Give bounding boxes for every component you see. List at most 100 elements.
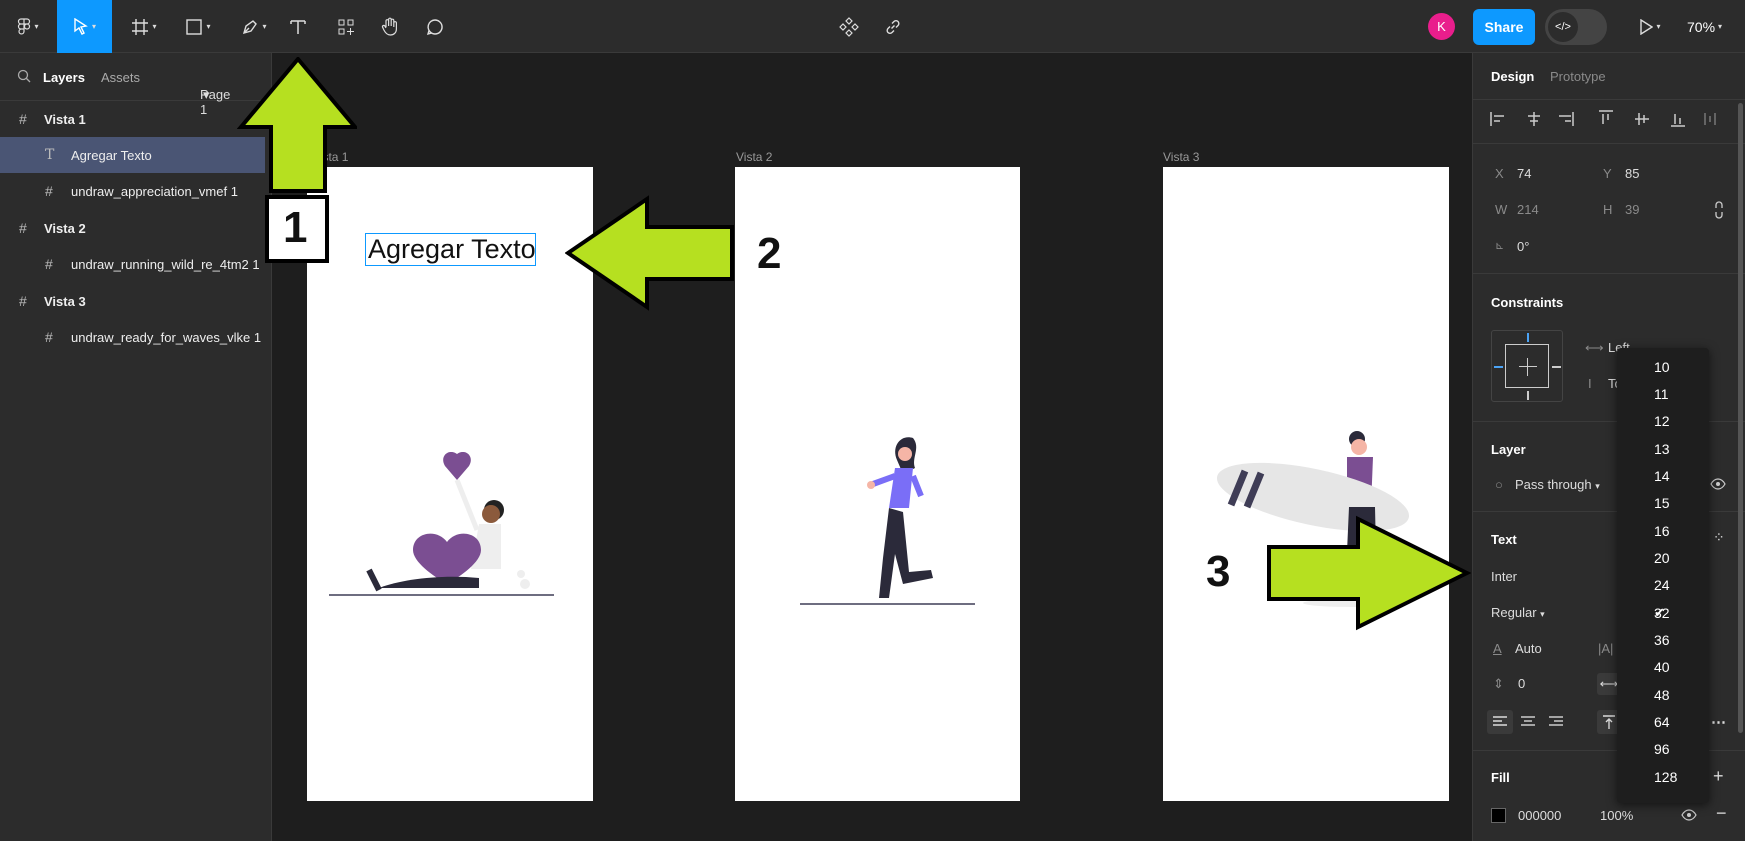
play-icon — [1640, 18, 1654, 35]
layer-undraw-running[interactable]: # undraw_running_wild_re_4tm2 1 — [0, 246, 265, 282]
fill-visibility-eye-icon[interactable] — [1681, 809, 1697, 821]
font-size-option[interactable]: 13 — [1617, 436, 1709, 463]
font-size-option[interactable]: 14 — [1617, 463, 1709, 490]
align-left-button[interactable] — [1487, 710, 1513, 734]
option-label: 15 — [1654, 495, 1670, 511]
figma-editor: ▾ ▾ ▾ ▾ ▾ K Share </> ▾ 70% ▾ Layers Ass… — [0, 0, 1745, 841]
text-styles-icon[interactable]: ⁘ — [1713, 529, 1725, 546]
line-height-input[interactable]: Auto — [1515, 641, 1542, 656]
frame-icon — [132, 18, 149, 35]
frame-vista-3[interactable] — [1163, 167, 1449, 801]
right-arrow-icon — [1267, 515, 1471, 631]
blend-mode-select[interactable]: Pass through ▾ — [1515, 477, 1600, 492]
move-tool-button[interactable]: ▾ — [57, 0, 112, 53]
rotation-input[interactable]: 0° — [1517, 239, 1529, 254]
comment-tool-button[interactable] — [422, 0, 448, 53]
y-input[interactable]: 85 — [1625, 166, 1639, 181]
h-label: H — [1603, 202, 1613, 217]
tab-design[interactable]: Design — [1491, 69, 1534, 84]
font-size-option[interactable]: 15 — [1617, 490, 1709, 517]
tab-prototype[interactable]: Prototype — [1550, 69, 1606, 84]
constraints-widget[interactable] — [1491, 330, 1563, 402]
create-component-button[interactable] — [836, 0, 862, 53]
frame-icon: # — [45, 183, 53, 199]
font-size-option[interactable]: 48 — [1617, 682, 1709, 709]
layer-agregar-texto[interactable]: T Agregar Texto — [0, 137, 265, 173]
font-size-option[interactable]: 64 — [1617, 709, 1709, 736]
text-tool-button[interactable] — [285, 0, 311, 53]
font-size-dropdown[interactable]: 10 11 12 13 14 15 16 20 24 ✔ 32 36 40 48 … — [1617, 348, 1709, 803]
alignment-toolbar[interactable] — [1489, 109, 1729, 129]
text-align-right-icon[interactable] — [1543, 710, 1569, 734]
hand-tool-button[interactable] — [377, 0, 403, 53]
w-input[interactable]: 214 — [1517, 202, 1539, 217]
main-menu-button[interactable]: ▾ — [8, 0, 48, 53]
copy-link-button[interactable] — [880, 0, 906, 53]
add-fill-icon[interactable]: + — [1713, 766, 1724, 787]
option-label: 36 — [1654, 632, 1670, 648]
canvas[interactable]: Vista 1 Vista 2 Vista 3 Agregar Texto 1 … — [237, 53, 1472, 841]
shape-tool-button[interactable]: ▾ — [178, 0, 218, 53]
layer-vista-3[interactable]: # Vista 3 — [0, 283, 265, 319]
font-size-option[interactable]: 11 — [1617, 381, 1709, 408]
user-avatar[interactable]: K — [1428, 13, 1455, 40]
font-size-option[interactable]: 36 — [1617, 627, 1709, 654]
option-label: 64 — [1654, 714, 1670, 730]
font-size-option[interactable]: 128 — [1617, 764, 1709, 791]
layer-undraw-ready-for-waves[interactable]: # undraw_ready_for_waves_vlke 1 — [0, 319, 265, 355]
layer-vista-1[interactable]: # Vista 1 — [0, 101, 265, 137]
x-input[interactable]: 74 — [1517, 166, 1531, 181]
font-size-option[interactable]: 10 — [1617, 354, 1709, 381]
option-label: 128 — [1654, 769, 1678, 785]
visibility-eye-icon[interactable] — [1710, 478, 1726, 490]
layer-vista-2[interactable]: # Vista 2 — [0, 210, 265, 246]
frame-label-vista-2[interactable]: Vista 2 — [736, 150, 772, 164]
search-icon[interactable] — [17, 69, 31, 83]
font-size-option-selected[interactable]: ✔ 32 — [1617, 600, 1709, 627]
font-size-option[interactable]: 24 — [1617, 572, 1709, 599]
constrain-proportions-icon[interactable] — [1713, 201, 1725, 219]
font-size-option[interactable]: 12 — [1617, 408, 1709, 435]
tab-assets[interactable]: Assets — [101, 70, 140, 85]
present-button[interactable]: ▾ — [1630, 0, 1670, 53]
frame-label-vista-3[interactable]: Vista 3 — [1163, 150, 1199, 164]
font-family-select[interactable]: Inter — [1491, 569, 1517, 584]
left-arrow-icon — [565, 195, 734, 311]
option-label: 40 — [1654, 659, 1670, 675]
font-size-option[interactable]: 40 — [1617, 654, 1709, 681]
dev-mode-toggle[interactable]: </> — [1545, 9, 1607, 45]
fill-color-swatch[interactable] — [1491, 808, 1506, 823]
share-button[interactable]: Share — [1473, 9, 1535, 45]
panel-scrollbar[interactable] — [1738, 103, 1743, 733]
y-label: Y — [1603, 166, 1612, 181]
fill-hex-input[interactable]: 000000 — [1518, 808, 1561, 823]
resources-button[interactable] — [333, 0, 359, 53]
left-panel-tabs: Layers Assets Page 1 ▾ — [0, 53, 271, 117]
constraint-left-marker — [1494, 366, 1503, 368]
font-size-option[interactable]: 20 — [1617, 545, 1709, 572]
option-label: 96 — [1654, 741, 1670, 757]
frame-vista-1[interactable]: Agregar Texto — [307, 167, 593, 801]
blend-drop-icon: ○ — [1495, 477, 1503, 492]
text-align-center-icon[interactable] — [1515, 710, 1541, 734]
text-layer-agregar-texto[interactable]: Agregar Texto — [365, 233, 536, 266]
zoom-menu[interactable]: 70% ▾ — [1687, 0, 1722, 53]
fill-opacity-input[interactable]: 100% — [1600, 808, 1633, 823]
text-align-left-icon — [1493, 716, 1507, 726]
font-size-option[interactable]: 96 — [1617, 736, 1709, 763]
h-input[interactable]: 39 — [1625, 202, 1639, 217]
font-weight-select[interactable]: Regular ▾ — [1491, 605, 1545, 620]
top-toolbar: ▾ ▾ ▾ ▾ ▾ K Share </> ▾ 70% ▾ — [0, 0, 1745, 53]
chevron-down-icon: ▾ — [1595, 481, 1600, 491]
font-size-option[interactable]: 16 — [1617, 518, 1709, 545]
more-options-icon[interactable]: ⋯ — [1711, 713, 1726, 731]
layer-undraw-appreciation[interactable]: # undraw_appreciation_vmef 1 — [0, 173, 265, 209]
pen-tool-button[interactable]: ▾ — [234, 0, 274, 53]
remove-fill-icon[interactable]: − — [1716, 803, 1727, 824]
frame-tool-button[interactable]: ▾ — [124, 0, 164, 53]
link-icon — [886, 19, 900, 34]
text-icon — [290, 19, 306, 34]
code-icon: </> — [1548, 12, 1578, 42]
tab-layers[interactable]: Layers — [43, 70, 85, 85]
paragraph-spacing-input[interactable]: 0 — [1518, 676, 1525, 691]
